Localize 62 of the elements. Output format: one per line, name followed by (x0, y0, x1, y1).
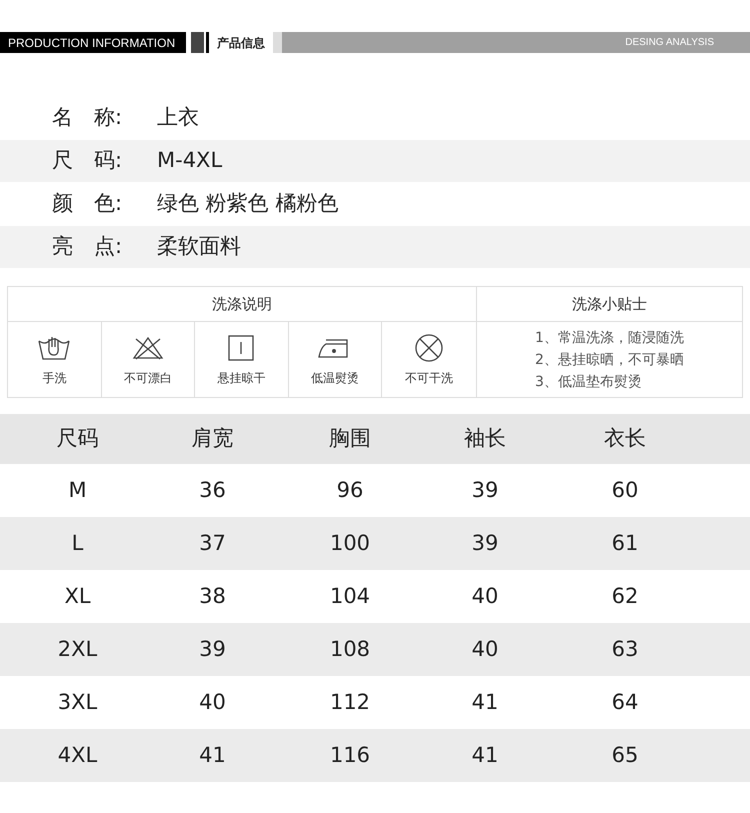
table-cell-text: 104 (328, 582, 372, 610)
care-label: 手洗 (42, 370, 66, 386)
table-cell-text: 41 (470, 688, 500, 716)
table-cell-text: 61 (610, 530, 640, 557)
crossed-circle-icon (414, 332, 444, 362)
table-cell-text: M (67, 476, 88, 504)
table-cell-text: 41 (198, 742, 227, 769)
table-cell-text: 108 (328, 636, 372, 663)
table-cell-text: 100 (328, 530, 372, 557)
table-cell-text: 4XL (56, 742, 98, 769)
table-cell-text: 39 (470, 530, 500, 557)
table-cell-text: 40 (198, 688, 227, 716)
header-stripe (191, 32, 204, 53)
info-label: 颜 色: (52, 190, 124, 218)
table-cell-text: 65 (610, 742, 640, 769)
column-header: 袖长 (463, 425, 507, 452)
care-label: 不可漂白 (124, 370, 172, 386)
table-cell-text: 112 (328, 688, 372, 716)
header-stripe (273, 32, 282, 53)
table-cell-text: 39 (198, 636, 227, 663)
column-header: 衣长 (603, 425, 647, 452)
table-cell-text: 36 (198, 476, 227, 504)
header-title: 产品信息 (216, 34, 266, 52)
header-stripe (206, 32, 209, 53)
table-cell-text: XL (63, 582, 92, 610)
info-label: 名 称: (52, 104, 124, 132)
info-value: M-4XL (157, 147, 222, 174)
table-cell-text: 2XL (56, 636, 98, 663)
table-cell-text: 37 (198, 530, 227, 557)
table-cell-text: 39 (470, 476, 500, 504)
column-header: 胸围 (328, 425, 372, 452)
table-cell-text: 64 (610, 688, 640, 716)
column-header: 尺码 (56, 425, 100, 452)
table-cell-text: L (70, 530, 84, 557)
tip-text: 3、低温垫布熨烫 (535, 372, 643, 392)
info-label: 尺 码: (52, 147, 124, 174)
care-label: 低温熨烫 (311, 370, 360, 386)
table-cell-text: 96 (336, 476, 364, 504)
table-cell-text: 60 (610, 476, 640, 504)
header-banner: DESING ANALYSIS (282, 32, 750, 53)
column-header: 肩宽 (190, 425, 234, 452)
table-cell-text: 40 (470, 582, 500, 610)
table-cell-text: 38 (198, 582, 227, 610)
care-label: 悬挂晾干 (217, 370, 266, 386)
info-value: 绿色 粉紫色 橘粉色 (157, 190, 338, 218)
tips-title: 洗涤小贴士 (477, 287, 742, 322)
table-cell-text: 3XL (56, 688, 98, 716)
care-title: 洗涤说明 (8, 287, 476, 322)
header-title-bar: PRODUCTION INFORMATION (0, 32, 186, 53)
tip-text: 2、悬挂晾晒，不可暴晒 (535, 350, 684, 370)
tip-text: 1、常温洗涤，随浸随洗 (535, 328, 684, 348)
care-label: 不可干洗 (405, 370, 454, 386)
info-value: 柔软面料 (157, 233, 241, 260)
table-cell-text: 62 (610, 582, 640, 610)
info-label: 亮 点: (52, 233, 124, 260)
table-cell-text: 41 (470, 742, 500, 769)
table-cell-text: 40 (470, 636, 500, 663)
crossed-triangle-icon (130, 334, 165, 360)
table-cell-text: 63 (610, 636, 640, 663)
table-cell-text: 116 (328, 742, 372, 769)
hand-wash-icon (37, 334, 72, 360)
info-value: 上衣 (157, 104, 199, 132)
